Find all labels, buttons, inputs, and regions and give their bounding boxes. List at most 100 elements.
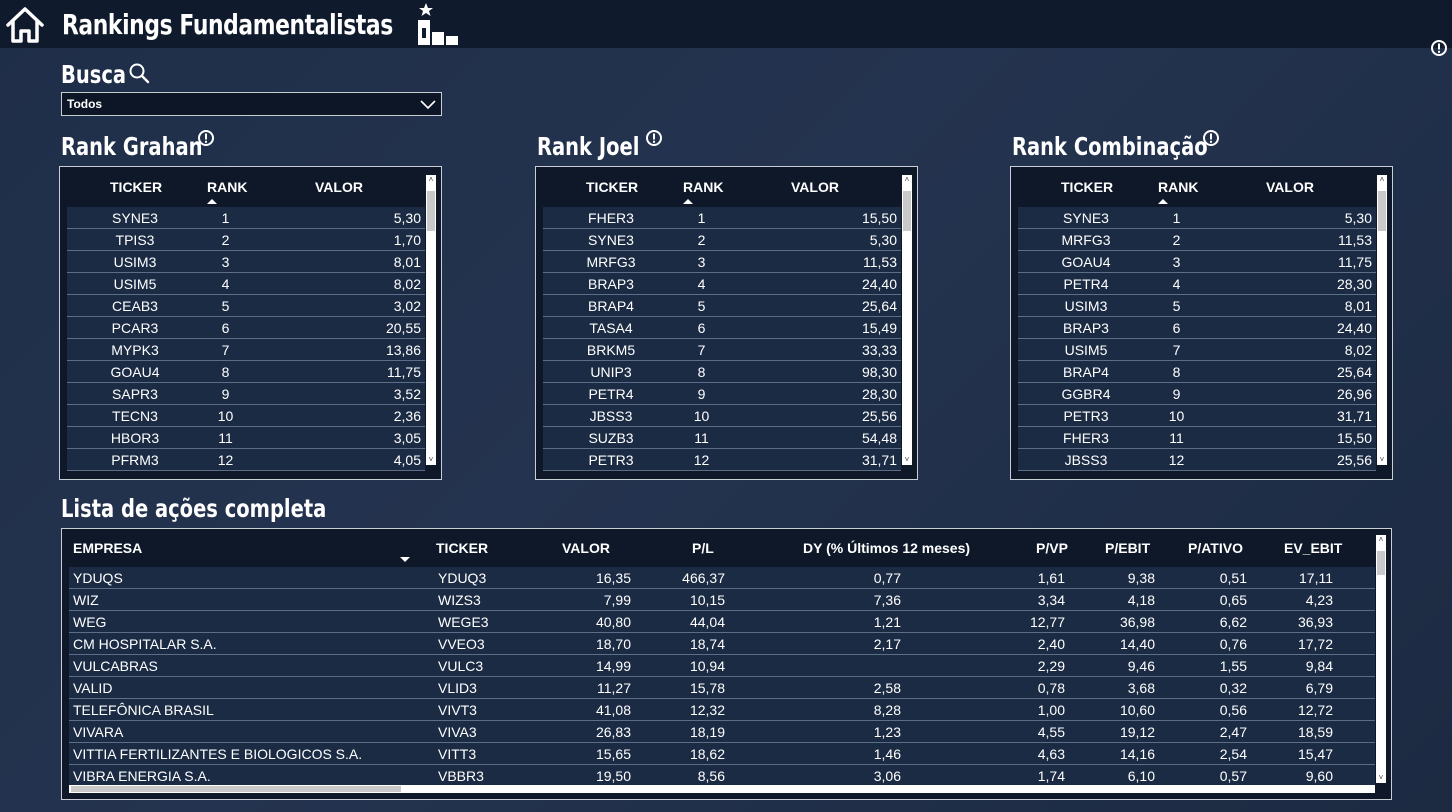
- table-row[interactable]: JBSS3 12 25,56: [1018, 449, 1376, 471]
- table-row[interactable]: BRAP4 8 25,64: [1018, 361, 1376, 383]
- scroll-thumb[interactable]: [1377, 551, 1385, 575]
- horizontal-scrollbar[interactable]: [69, 785, 1375, 793]
- table-row[interactable]: YDUQS YDUQ3 16,35 466,37 0,77 1,61 9,38 0,51 17,…: [69, 567, 1375, 589]
- empresa-cell: VALID: [73, 680, 113, 696]
- table-row[interactable]: USIM5 4 8,02: [67, 273, 425, 295]
- column-header-pl[interactable]: P/L: [692, 540, 714, 556]
- table-row[interactable]: PETR4 9 28,30: [543, 383, 901, 405]
- vertical-scrollbar[interactable]: ˄ ˅: [1377, 175, 1387, 465]
- column-header-rank[interactable]: RANK: [1158, 179, 1198, 195]
- table-row[interactable]: GOAU4 3 11,75: [1018, 251, 1376, 273]
- table-row[interactable]: VITTIA FERTILIZANTES E BIOLOGICOS S.A. VI…: [69, 743, 1375, 765]
- vertical-scrollbar[interactable]: ˄ ˅: [1376, 535, 1386, 783]
- table-row[interactable]: SYNE3 2 5,30: [543, 229, 901, 251]
- scroll-down-icon[interactable]: ˅: [1377, 455, 1387, 465]
- info-icon[interactable]: [1430, 39, 1448, 57]
- table-row[interactable]: WIZ WIZS3 7,99 10,15 7,36 3,34 4,18 0,65 4,23: [69, 589, 1375, 611]
- table-row[interactable]: FHER3 11 15,50: [1018, 427, 1376, 449]
- table-row[interactable]: TECN3 10 2,36: [67, 405, 425, 427]
- table-row[interactable]: FHER3 1 15,50: [543, 207, 901, 229]
- sort-ascending-icon[interactable]: [1158, 199, 1168, 204]
- ticker-cell: SYNE3: [112, 210, 158, 226]
- scroll-down-icon[interactable]: ˅: [426, 455, 436, 465]
- info-icon[interactable]: [645, 129, 663, 147]
- vertical-scrollbar[interactable]: ˄ ˅: [426, 175, 436, 465]
- valor-cell: 24,40: [1336, 320, 1372, 336]
- scroll-thumb[interactable]: [1378, 191, 1386, 231]
- sort-ascending-icon[interactable]: [683, 199, 693, 204]
- table-row[interactable]: CEAB3 5 3,02: [67, 295, 425, 317]
- table-row[interactable]: USIM5 7 8,02: [1018, 339, 1376, 361]
- home-icon[interactable]: [4, 4, 46, 44]
- column-header-pebit[interactable]: P/EBIT: [1105, 540, 1150, 556]
- table-row[interactable]: TELEFÔNICA BRASIL VIVT3 41,08 12,32 8,28 1,00…: [69, 699, 1375, 721]
- column-header-pvp[interactable]: P/VP: [1036, 540, 1068, 556]
- table-row[interactable]: MRFG3 3 11,53: [543, 251, 901, 273]
- scroll-up-icon[interactable]: ˄: [1376, 535, 1386, 545]
- column-header-rank[interactable]: RANK: [207, 179, 247, 195]
- column-header-ticker[interactable]: TICKER: [1061, 179, 1113, 195]
- table-row[interactable]: PETR3 12 31,71: [543, 449, 901, 471]
- rank-cell: 5: [697, 298, 706, 314]
- sort-descending-icon[interactable]: [400, 557, 410, 562]
- table-row[interactable]: PFRM3 12 4,05: [67, 449, 425, 471]
- rank-cell: 7: [697, 342, 706, 358]
- column-header-ev-ebit[interactable]: EV_EBIT: [1284, 540, 1342, 556]
- table-row[interactable]: WEG WEGE3 40,80 44,04 1,21 12,77 36,98 6,62 36,9…: [69, 611, 1375, 633]
- table-row[interactable]: UNIP3 8 98,30: [543, 361, 901, 383]
- column-header-pativo[interactable]: P/ATIVO: [1188, 540, 1243, 556]
- table-row[interactable]: USIM3 3 8,01: [67, 251, 425, 273]
- table-row[interactable]: HBOR3 11 3,05: [67, 427, 425, 449]
- table-row[interactable]: BRAP3 4 24,40: [543, 273, 901, 295]
- table-row[interactable]: JBSS3 10 25,56: [543, 405, 901, 427]
- scroll-up-icon[interactable]: ˄: [902, 175, 912, 185]
- chevron-down-icon[interactable]: [419, 96, 437, 112]
- table-row[interactable]: SYNE3 1 5,30: [67, 207, 425, 229]
- search-dropdown[interactable]: Todos: [61, 92, 442, 116]
- column-header-rank[interactable]: RANK: [683, 179, 723, 195]
- table-row[interactable]: TPIS3 2 1,70: [67, 229, 425, 251]
- scroll-down-icon[interactable]: ˅: [1376, 773, 1386, 783]
- table-row[interactable]: SUZB3 11 54,48: [543, 427, 901, 449]
- scroll-thumb[interactable]: [71, 786, 401, 792]
- table-row[interactable]: CM HOSPITALAR S.A. VVEO3 18,70 18,74 2,17 2,4…: [69, 633, 1375, 655]
- column-header-valor[interactable]: VALOR: [315, 179, 363, 195]
- rank-cell: 4: [697, 276, 706, 292]
- table-row[interactable]: PETR3 10 31,71: [1018, 405, 1376, 427]
- scroll-down-icon[interactable]: ˅: [902, 455, 912, 465]
- vertical-scrollbar[interactable]: ˄ ˅: [902, 175, 912, 465]
- table-row[interactable]: VALID VLID3 11,27 15,78 2,58 0,78 3,68 0,32 6,79: [69, 677, 1375, 699]
- table-row[interactable]: PETR4 4 28,30: [1018, 273, 1376, 295]
- table-row[interactable]: MYPK3 7 13,86: [67, 339, 425, 361]
- scroll-thumb[interactable]: [903, 191, 911, 231]
- scroll-up-icon[interactable]: ˄: [1377, 175, 1387, 185]
- table-row[interactable]: TASA4 6 15,49: [543, 317, 901, 339]
- column-header-ticker[interactable]: TICKER: [436, 540, 488, 556]
- table-row[interactable]: PCAR3 6 20,55: [67, 317, 425, 339]
- info-icon[interactable]: [197, 129, 215, 147]
- table-row[interactable]: BRAP3 6 24,40: [1018, 317, 1376, 339]
- scroll-up-icon[interactable]: ˄: [426, 175, 436, 185]
- table-row[interactable]: SAPR3 9 3,52: [67, 383, 425, 405]
- column-header-valor[interactable]: VALOR: [562, 540, 610, 556]
- column-header-ticker[interactable]: TICKER: [110, 179, 162, 195]
- table-row[interactable]: USIM3 5 8,01: [1018, 295, 1376, 317]
- table-row[interactable]: GGBR4 9 26,96: [1018, 383, 1376, 405]
- table-row[interactable]: VIVARA VIVA3 26,83 18,19 1,23 4,55 19,12 2,47 18…: [69, 721, 1375, 743]
- scroll-thumb[interactable]: [427, 191, 435, 231]
- sort-ascending-icon[interactable]: [207, 199, 217, 204]
- column-header-valor[interactable]: VALOR: [791, 179, 839, 195]
- table-row[interactable]: BRAP4 5 25,64: [543, 295, 901, 317]
- info-icon[interactable]: [1202, 129, 1220, 147]
- column-header-valor[interactable]: VALOR: [1266, 179, 1314, 195]
- table-row[interactable]: GOAU4 8 11,75: [67, 361, 425, 383]
- table-row[interactable]: VULCABRAS VULC3 14,99 10,94 2,29 9,46 1,55 9,84: [69, 655, 1375, 677]
- column-header-empresa[interactable]: EMPRESA: [73, 540, 142, 556]
- column-header-dy[interactable]: DY (% Últimos 12 meses): [803, 540, 970, 556]
- ticker-cell: BRKM5: [586, 342, 636, 358]
- table-row[interactable]: MRFG3 2 11,53: [1018, 229, 1376, 251]
- column-header-ticker[interactable]: TICKER: [586, 179, 638, 195]
- table-row[interactable]: VIBRA ENERGIA S.A. VBBR3 19,50 8,56 3,06 1,74…: [69, 765, 1375, 787]
- table-row[interactable]: SYNE3 1 5,30: [1018, 207, 1376, 229]
- table-row[interactable]: BRKM5 7 33,33: [543, 339, 901, 361]
